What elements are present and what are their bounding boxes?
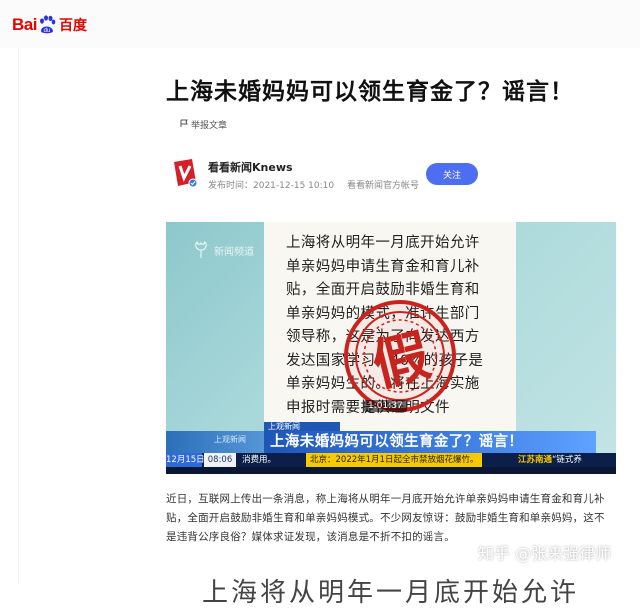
news-screenshot-image: 新闻频道 上海将从明年一月底开始允许 单亲妈妈申请生育金和育儿补 贴，全面开启鼓… bbox=[166, 222, 616, 474]
ticker-text-2: 北京：2022年1月1日起全市禁放烟花爆竹。 bbox=[306, 453, 483, 467]
report-icon bbox=[180, 119, 189, 131]
svg-text:du: du bbox=[44, 28, 51, 34]
news-ticker: 12月15日 08:06 消费用。 北京：2022年1月1日起全市禁放烟花爆竹。… bbox=[166, 453, 616, 467]
band-left-text: 上观新闻 bbox=[214, 435, 246, 444]
ticker-text-3-suffix: “链式养 bbox=[552, 455, 582, 465]
paper-line: 单亲妈妈申请生育金和育儿补 bbox=[286, 258, 480, 275]
author-meta: 发布时间：2021-12-15 10:10 看看新闻官方帐号 bbox=[208, 178, 429, 191]
author-name[interactable]: 看看新闻Knews bbox=[208, 159, 293, 175]
fake-stamp: 假 bbox=[342, 298, 458, 414]
ticker-date: 12月15日 bbox=[166, 453, 205, 467]
zhihu-watermark: 知乎 @张来强律师 bbox=[478, 544, 612, 563]
page-divider bbox=[18, 48, 19, 584]
report-label: 举报文章 bbox=[191, 121, 228, 131]
publish-time: 发布时间：2021-12-15 10:10 bbox=[208, 181, 335, 191]
article-title: 上海未婚妈妈可以领生育金了？谣言！ bbox=[166, 79, 574, 105]
ticker-text-3-prefix: 江苏南通 bbox=[518, 455, 553, 465]
report-article-link[interactable]: 举报文章 bbox=[180, 118, 227, 131]
body-line: 近日，互联网上传出一条消息，称上海将从明年一月底开始允许单亲妈妈申请生育金和育儿… bbox=[166, 493, 605, 505]
baidu-logo[interactable]: Bai du 百度 bbox=[12, 13, 87, 37]
body-line: 贴，全面开启鼓励非婚生育和单亲妈妈模式。不少网友惊讶：鼓励非婚生育和单亲妈妈，这… bbox=[166, 512, 605, 524]
studio-logo: 新闻频道 bbox=[192, 240, 254, 260]
ticker-text-3: 江苏南通“链式养 bbox=[518, 453, 582, 467]
logo-text-bai: Bai bbox=[12, 15, 37, 34]
tulip-icon bbox=[195, 241, 207, 258]
account-desc: 看看新闻官方帐号 bbox=[346, 181, 419, 191]
ticker-time: 08:06 bbox=[204, 453, 236, 467]
video-timecode: 1:01:37 bbox=[364, 400, 407, 412]
ticker-text-1: 消费用。 bbox=[242, 455, 277, 465]
next-image-caption: 上海将从明年一月底开始允许 bbox=[202, 578, 580, 608]
headline-band: 上海未婚妈妈可以领生育金了？谣言！ bbox=[264, 431, 596, 453]
top-bar: Bai du 百度 bbox=[0, 0, 640, 48]
author-avatar[interactable] bbox=[172, 158, 198, 188]
paw-icon: du bbox=[38, 15, 56, 35]
paper-line: 上海将从明年一月底开始允许 bbox=[286, 235, 480, 251]
studio-logo-text: 新闻频道 bbox=[214, 246, 254, 258]
logo-text-cn: 百度 bbox=[58, 18, 87, 34]
follow-button[interactable]: 关注 bbox=[426, 163, 478, 185]
bottom-strip bbox=[166, 467, 616, 474]
article-body: 近日，互联网上传出一条消息，称上海将从明年一月底开始允许单亲妈妈申请生育金和育儿… bbox=[166, 490, 618, 547]
